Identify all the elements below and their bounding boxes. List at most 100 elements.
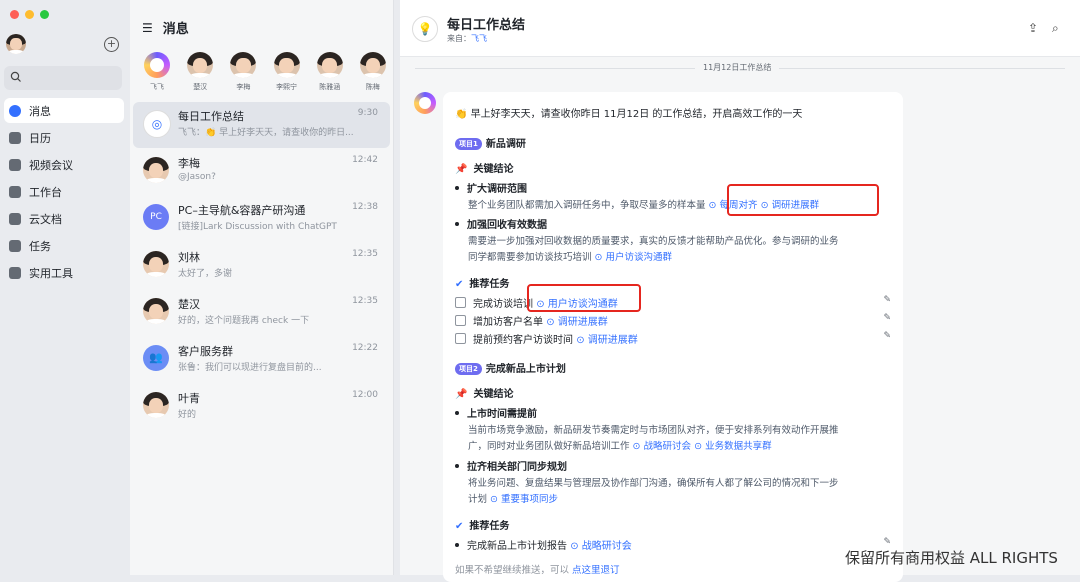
bot-avatar bbox=[414, 92, 436, 114]
project-tag: 项目1 bbox=[455, 138, 482, 150]
pinned-contact[interactable]: 楚汉 bbox=[183, 52, 217, 92]
bot-avatar bbox=[144, 52, 170, 78]
chat-item[interactable]: 刘林 12:35 太好了，多谢 bbox=[133, 243, 390, 289]
nav-item-tools[interactable]: 实用工具 bbox=[4, 260, 124, 285]
nav-item-tasks[interactable]: 任务 bbox=[4, 233, 124, 258]
zoom-window-button[interactable] bbox=[40, 10, 49, 19]
task-item[interactable]: 提前预约客户访谈时间 ⊙ 调研进展群 bbox=[455, 331, 638, 346]
task-item[interactable]: 增加访客户名单 ⊙ 调研进展群 bbox=[455, 313, 608, 328]
unsubscribe-link[interactable]: 点这里退订 bbox=[572, 565, 620, 576]
conversation-header: 💡 每日工作总结 来自：飞飞 ⇪ ⌕ bbox=[400, 0, 1080, 57]
link-label: 战略研讨会 bbox=[643, 441, 692, 452]
chat-preview: 好的，这个问题我再 check 一下 bbox=[178, 316, 310, 326]
search-input[interactable] bbox=[4, 66, 122, 90]
task-checkbox[interactable] bbox=[455, 315, 466, 326]
bullet-body: 计划 ⊙ 重要事项同步 bbox=[468, 491, 558, 505]
link-label: 战略研讨会 bbox=[581, 541, 632, 552]
link-label: 调研进展群 bbox=[587, 335, 638, 346]
task-checkbox[interactable] bbox=[455, 297, 466, 308]
group-link[interactable]: ⊙ 调研进展群 bbox=[546, 317, 608, 328]
add-icon[interactable]: + bbox=[104, 37, 119, 52]
nav-item-label: 视频会议 bbox=[29, 158, 73, 172]
nav-item-messages[interactable]: 消息 bbox=[4, 98, 124, 123]
section-heading: 📌 关键结论 bbox=[455, 160, 513, 175]
source-name[interactable]: 飞飞 bbox=[471, 34, 487, 43]
close-window-button[interactable] bbox=[10, 10, 19, 19]
bullet-label: 扩大调研范围 bbox=[467, 184, 527, 195]
chat-time: 12:35 bbox=[352, 296, 378, 306]
project-title: 完成新品上市计划 bbox=[485, 364, 566, 375]
bullet-title: 拉齐相关部门同步规划 bbox=[455, 458, 567, 473]
minimize-window-button[interactable] bbox=[25, 10, 34, 19]
chat-name: 每日工作总结 bbox=[178, 110, 244, 123]
chat-item[interactable]: 李梅 12:42 @Jason? bbox=[133, 149, 390, 195]
bullet-title: 加强回收有效数据 bbox=[455, 216, 547, 231]
chat-item[interactable]: 👥 客户服务群 12:22 张鲁：我们可以现进行复盘目前的... bbox=[133, 337, 390, 383]
bullet-label: 拉齐相关部门同步规划 bbox=[467, 462, 567, 473]
chat-list-title: 消息 bbox=[162, 22, 189, 37]
link-label: 重要事项同步 bbox=[501, 494, 559, 505]
bullet-title: 扩大调研范围 bbox=[455, 180, 527, 195]
chat-time: 12:22 bbox=[352, 343, 378, 353]
group-link[interactable]: ⊙ 重要事项同步 bbox=[490, 494, 558, 505]
chat-name: PC–主导航&容器产研沟通 bbox=[178, 204, 306, 217]
bullet-icon bbox=[455, 186, 459, 190]
assign-icon[interactable]: ✎ bbox=[883, 331, 891, 341]
pinned-contact-name: 李梅 bbox=[236, 83, 251, 91]
collapse-menu-icon[interactable]: ☰ bbox=[142, 21, 153, 35]
share-icon[interactable]: ⇪ bbox=[1028, 22, 1040, 34]
nav-item-video[interactable]: 视频会议 bbox=[4, 152, 124, 177]
pinned-contact[interactable]: 李梅 bbox=[226, 52, 260, 92]
bullet-label: 上市时间需提前 bbox=[467, 409, 537, 420]
nav-item-calendar[interactable]: 日历 bbox=[4, 125, 124, 150]
assign-icon[interactable]: ✎ bbox=[883, 313, 891, 323]
pinned-contact[interactable]: 飞飞 bbox=[140, 52, 174, 92]
chat-item[interactable]: PC PC–主导航&容器产研沟通 12:38 [链接]Lark Discussi… bbox=[133, 196, 390, 242]
chat-item[interactable]: ◎ 每日工作总结 9:30 飞飞：👏 早上好李天天，请查收你的昨日... bbox=[133, 102, 390, 148]
chat-time: 9:30 bbox=[357, 108, 378, 118]
message-icon bbox=[9, 104, 21, 117]
nav-item-docs[interactable]: 云文档 bbox=[4, 206, 124, 231]
section-label: 推荐任务 bbox=[469, 521, 510, 532]
avatar bbox=[316, 52, 343, 78]
chat-name: 刘林 bbox=[178, 251, 200, 264]
user-avatar[interactable] bbox=[6, 34, 26, 54]
window-controls bbox=[10, 10, 49, 19]
group-link[interactable]: ⊙ 用户访谈沟通群 bbox=[595, 252, 673, 263]
project-heading: 项目2 完成新品上市计划 bbox=[455, 360, 566, 375]
project-heading: 项目1 新品调研 bbox=[455, 135, 526, 150]
section-heading: 📌 关键结论 bbox=[455, 385, 513, 400]
group-link[interactable]: ⊙ 战略研讨会 bbox=[570, 541, 632, 552]
source-label: 来自： bbox=[447, 34, 471, 43]
check-icon: ✔ bbox=[455, 521, 464, 532]
task-checkbox[interactable] bbox=[455, 333, 466, 344]
task-item[interactable]: 完成新品上市计划报告 ⊙ 战略研讨会 bbox=[455, 537, 632, 552]
bullet-body: 广，同时对业务团队做好新品培训工作 ⊙ 战略研讨会 ⊙ 业务数据共享群 bbox=[468, 438, 772, 452]
pinned-contact[interactable]: 李熙宁 bbox=[270, 52, 304, 92]
group-link[interactable]: ⊙ 战略研讨会 bbox=[633, 441, 692, 452]
group-link[interactable]: ⊙ 业务数据共享群 bbox=[694, 441, 772, 452]
chat-item[interactable]: 楚汉 12:35 好的，这个问题我再 check 一下 bbox=[133, 290, 390, 336]
chat-preview: 飞飞：👏 早上好李天天，请查收你的昨日... bbox=[178, 128, 354, 138]
chat-item[interactable]: 叶青 12:00 好的 bbox=[133, 384, 390, 430]
assign-icon[interactable]: ✎ bbox=[883, 295, 891, 305]
chat-preview: 太好了，多谢 bbox=[178, 269, 233, 279]
nav-item-label: 实用工具 bbox=[29, 266, 73, 280]
section-label: 推荐任务 bbox=[469, 279, 510, 290]
link-label: 用户访谈沟通群 bbox=[605, 252, 673, 263]
chat-name: 李梅 bbox=[178, 157, 200, 170]
task-label: 完成访谈培训 bbox=[473, 299, 533, 310]
left-nav: + 消息 日历 视频会议 工作台 云文档 任务 实用工具 bbox=[0, 0, 130, 575]
chat-name: 楚汉 bbox=[178, 298, 200, 311]
section-label: 关键结论 bbox=[473, 164, 514, 175]
conversation-source: 来自：飞飞 bbox=[447, 33, 487, 44]
link-label: 业务数据共享群 bbox=[705, 441, 772, 452]
nav-item-workspace[interactable]: 工作台 bbox=[4, 179, 124, 204]
doc-icon bbox=[9, 212, 21, 225]
assign-icon[interactable]: ✎ bbox=[883, 537, 891, 547]
group-link[interactable]: ⊙ 调研进展群 bbox=[576, 335, 638, 346]
search-icon[interactable]: ⌕ bbox=[1052, 22, 1064, 34]
chat-name: 叶青 bbox=[178, 392, 200, 405]
pinned-contact[interactable]: 陈雅涵 bbox=[313, 52, 347, 92]
pinned-contact[interactable]: 陈梅 bbox=[356, 52, 390, 92]
